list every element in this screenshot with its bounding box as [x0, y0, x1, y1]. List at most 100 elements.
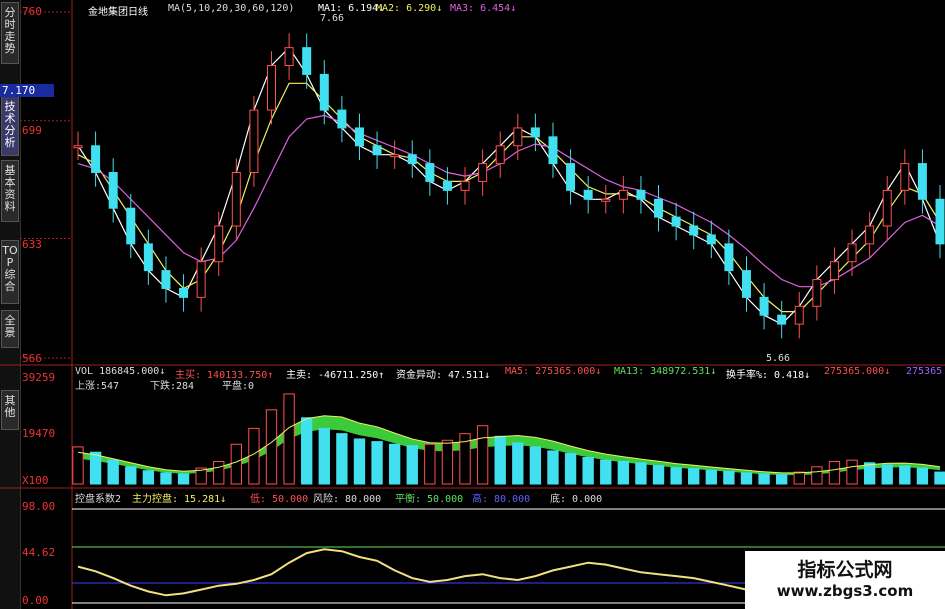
- volume-bar: [265, 409, 278, 485]
- volume-bar: [635, 462, 647, 485]
- candle-body: [900, 163, 910, 191]
- volume-bar: [177, 473, 190, 485]
- candle-body: [829, 261, 839, 281]
- candle-body: [91, 145, 101, 174]
- candle-body: [460, 180, 470, 191]
- candle-body: [442, 180, 452, 191]
- risk-value: 风险: 80.000: [313, 494, 382, 505]
- main-control-value: 主力控盘: 15.281↓: [132, 494, 227, 505]
- volume-bar: [652, 464, 665, 485]
- volume-bar: [934, 471, 945, 485]
- volume-bar: [441, 439, 454, 485]
- volume-ma-band: [78, 415, 940, 476]
- price-series-ma1: [77, 46, 941, 325]
- watermark: 指标公式网 www.zbgs3.com: [745, 551, 945, 609]
- candle-body: [689, 225, 699, 236]
- volume-bar: [776, 474, 788, 485]
- price-title: 金地集团日线: [88, 7, 148, 18]
- candle-body: [865, 225, 875, 245]
- candle-body: [706, 234, 716, 245]
- candle-body: [530, 127, 540, 138]
- flat-count: 平盘:0: [222, 381, 255, 392]
- advance-count: 上涨:547: [75, 381, 120, 392]
- watermark-title: 指标公式网: [797, 559, 893, 581]
- candle-body: [354, 127, 364, 147]
- candle-body: [425, 163, 435, 182]
- volume-bar: [529, 446, 542, 485]
- main-sell-value: 主卖: -46711.250↑: [286, 370, 385, 381]
- volume-bar: [371, 441, 383, 485]
- volume-bar: [301, 417, 313, 485]
- candle-body: [654, 198, 664, 218]
- candle-body: [407, 154, 417, 165]
- volume-bar: [846, 459, 858, 485]
- chart-canvas: [0, 0, 945, 609]
- candle-body: [548, 136, 558, 165]
- vol-ma13-value: MA13: 348972.531↓: [614, 366, 717, 377]
- candle-body: [337, 109, 347, 129]
- candle-body: [126, 207, 136, 245]
- volume-bar: [617, 460, 630, 485]
- candle-body: [161, 270, 171, 289]
- volume-bar: [388, 443, 401, 485]
- vol-ma5-extra: 275365.000↓: [824, 366, 891, 377]
- candle-body: [214, 225, 224, 263]
- price-series-ma3: [77, 114, 941, 288]
- volume-bar: [424, 443, 436, 485]
- vol-ma5-value: MA5: 275365.000↓: [505, 366, 602, 377]
- candle-body: [108, 172, 118, 209]
- candle-body: [777, 314, 787, 325]
- volume-bar: [547, 450, 559, 485]
- watermark-url: www.zbgs3.com: [776, 582, 914, 600]
- candle-body: [618, 189, 628, 200]
- candle-body: [267, 65, 277, 111]
- candle-body: [495, 145, 505, 165]
- candle-body: [302, 47, 312, 75]
- candle-body: [847, 243, 857, 263]
- low-price-marker: 5.66: [766, 353, 791, 364]
- volume-bar: [125, 466, 137, 485]
- candle-body: [179, 287, 189, 298]
- volume-bar: [318, 427, 330, 485]
- fund-move-value: 资金异动: 47.511↓: [396, 370, 491, 381]
- volume-bar: [160, 472, 172, 485]
- volume-bar: [142, 470, 155, 485]
- candle-body: [372, 145, 382, 156]
- volume-bar: [670, 467, 682, 485]
- volume-bar: [863, 462, 876, 485]
- volume-bar: [336, 433, 348, 485]
- candle-body: [231, 172, 241, 227]
- high-value: 高: 80.000: [472, 494, 531, 505]
- volume-bar: [828, 460, 841, 485]
- decline-count: 下跌:284: [150, 381, 195, 392]
- candle-body: [636, 189, 646, 200]
- price-series-ma2: [77, 82, 941, 313]
- volume-bar: [881, 464, 893, 485]
- candle-body: [759, 296, 769, 316]
- volume-bar: [89, 451, 102, 485]
- volume-bar: [758, 473, 770, 485]
- indicator-name: 控盘系数2: [75, 494, 122, 505]
- candle-body: [249, 109, 259, 174]
- candle-body: [741, 270, 751, 298]
- volume-bar: [899, 465, 911, 485]
- bottom-value: 底: 0.000: [550, 494, 603, 505]
- volume-bar: [582, 457, 594, 485]
- stock-chart-window: 分时走势 技术分析 基本资料 TOP综合 全景 其他 7.170 760 699…: [0, 0, 945, 609]
- candle-body: [196, 261, 206, 298]
- volume-bar: [740, 472, 753, 485]
- volume-bar: [494, 435, 506, 485]
- candle-body: [812, 279, 822, 307]
- candle-body: [319, 73, 329, 111]
- candle-body: [724, 243, 734, 272]
- turnover-value: 换手率%: 0.418↓: [726, 370, 811, 381]
- volume-bar: [723, 470, 735, 485]
- ma3-value: MA3: 6.454↓: [450, 3, 517, 14]
- volume-bar: [406, 445, 418, 485]
- volume-bar: [476, 425, 489, 485]
- volume-bar: [811, 466, 823, 485]
- candle-body: [513, 127, 523, 147]
- ma2-value: MA2: 6.290↓: [376, 3, 443, 14]
- candle-body: [284, 47, 294, 67]
- candle-body: [917, 163, 927, 200]
